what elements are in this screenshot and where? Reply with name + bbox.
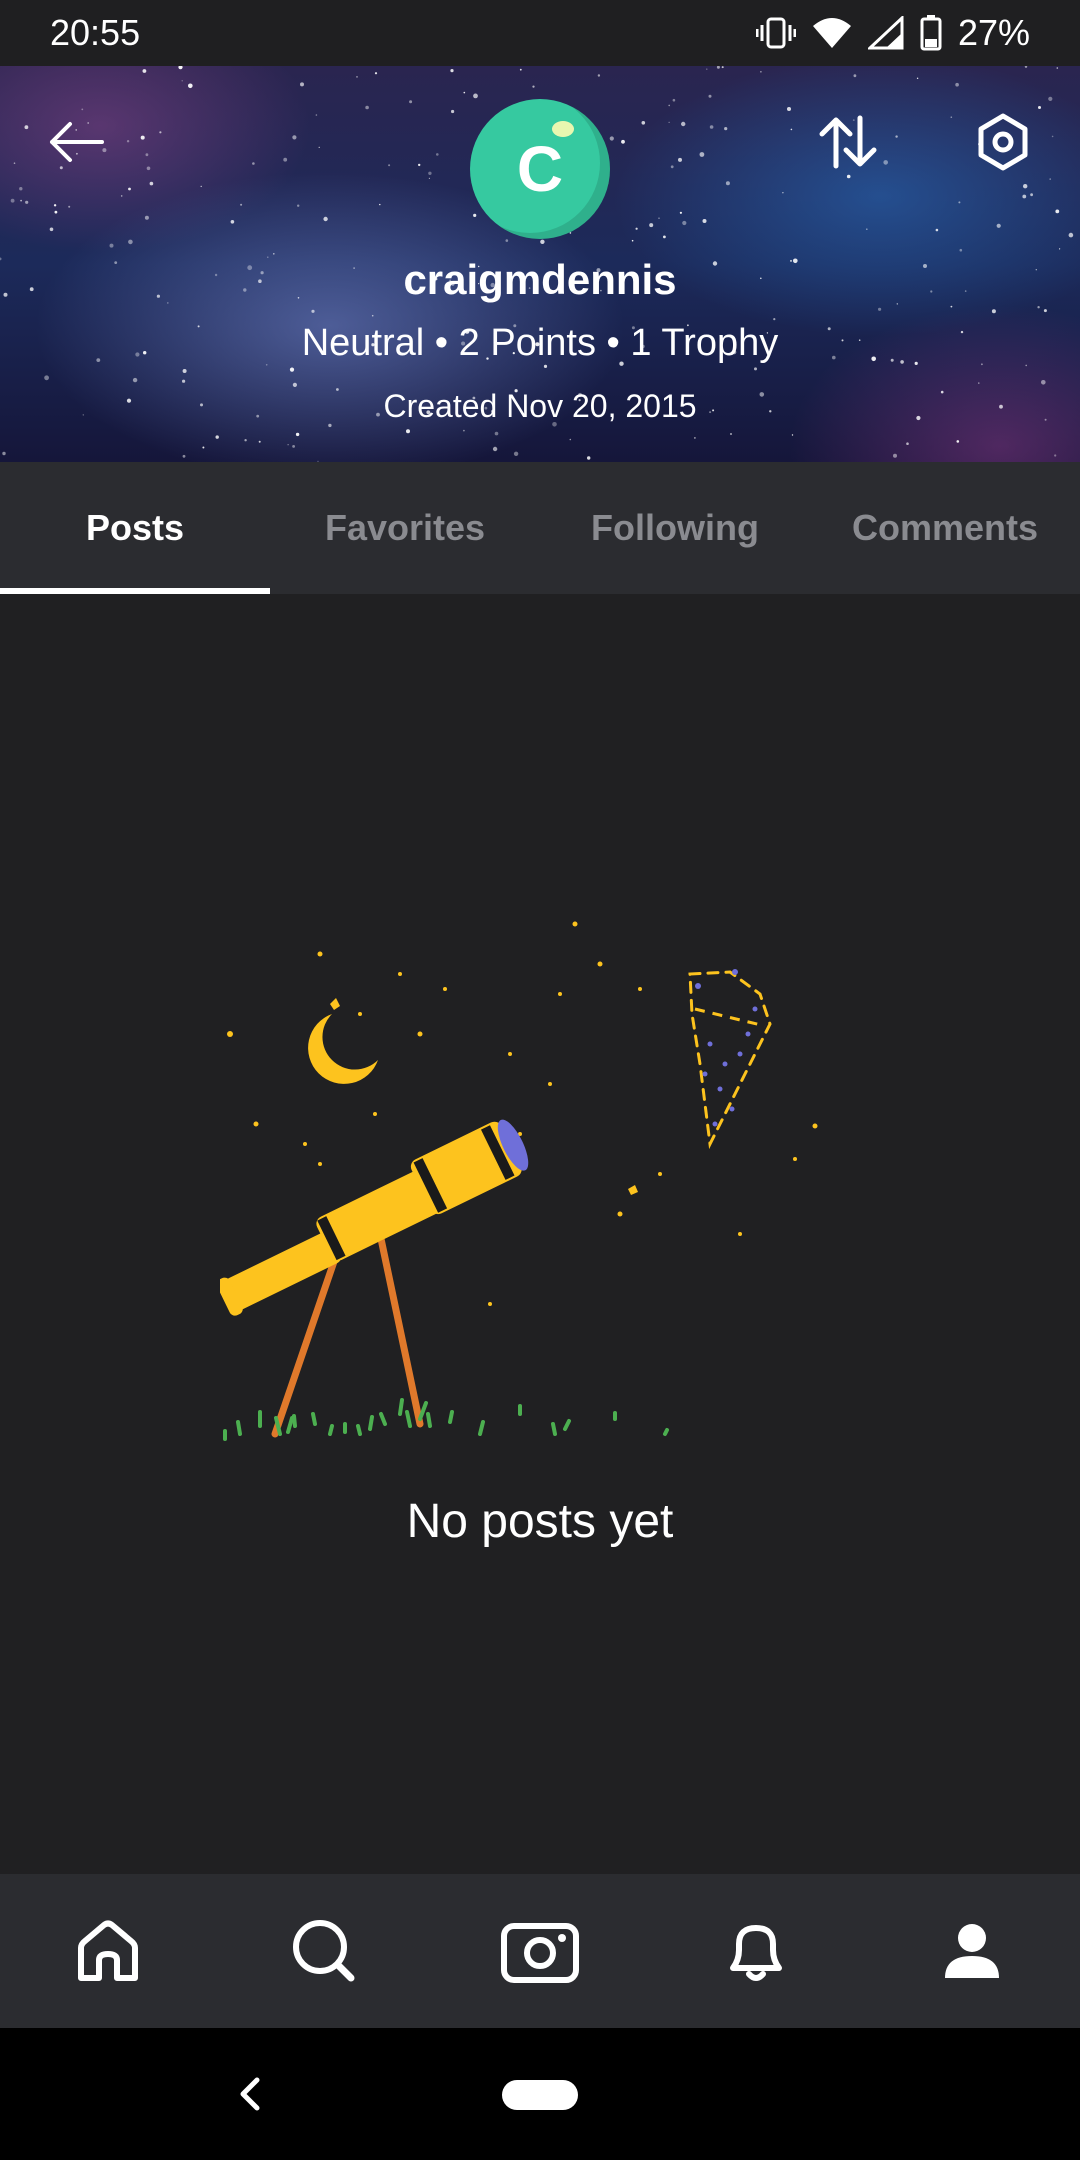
tab-posts[interactable]: Posts bbox=[0, 462, 270, 594]
status-time: 20:55 bbox=[50, 12, 141, 53]
avatar: C bbox=[470, 99, 610, 239]
signal-icon bbox=[867, 16, 904, 50]
settings-button[interactable] bbox=[963, 102, 1043, 182]
nav-notifications-button[interactable] bbox=[706, 1901, 806, 2001]
battery-icon bbox=[920, 15, 942, 51]
bottom-navigation bbox=[0, 1874, 1080, 2028]
status-icons: 27% bbox=[755, 12, 1030, 54]
tab-comments[interactable]: Comments bbox=[810, 462, 1080, 594]
home-icon bbox=[78, 1920, 138, 1981]
system-home-button[interactable] bbox=[502, 2080, 578, 2110]
username: craigmdennis bbox=[403, 256, 677, 303]
sort-button[interactable] bbox=[808, 102, 888, 182]
back-button[interactable] bbox=[36, 102, 116, 182]
posts-content: No posts yet bbox=[0, 594, 1080, 1874]
nav-home-button[interactable] bbox=[58, 1901, 158, 2001]
nav-camera-button[interactable] bbox=[490, 1901, 590, 2001]
nav-search-button[interactable] bbox=[274, 1901, 374, 2001]
vibrate-icon bbox=[755, 17, 796, 49]
nav-profile-button[interactable] bbox=[922, 1901, 1022, 2001]
status-bar: 20:55 27% bbox=[0, 0, 1080, 66]
profile-stats: Neutral • 2 Points • 1 Trophy bbox=[301, 322, 779, 364]
search-icon bbox=[293, 1920, 355, 1982]
created-date: Created Nov 20, 2015 bbox=[383, 388, 697, 424]
avatar-letter: C bbox=[516, 133, 564, 205]
sort-arrows-icon bbox=[819, 115, 877, 169]
system-navigation-bar bbox=[0, 2028, 1080, 2160]
wifi-icon bbox=[812, 18, 851, 48]
telescope-illustration bbox=[220, 921, 818, 1441]
profile-tabs: Posts Favorites Following Comments bbox=[0, 462, 1080, 594]
tab-following[interactable]: Following bbox=[540, 462, 810, 594]
profile-header: C craigmdennis Neutral • 2 Points • 1 Tr… bbox=[0, 66, 1080, 462]
bell-icon bbox=[730, 1925, 782, 1981]
settings-hexagon-icon bbox=[978, 113, 1028, 171]
arrow-left-icon bbox=[50, 122, 104, 162]
battery-percent: 27% bbox=[957, 12, 1030, 53]
tab-favorites[interactable]: Favorites bbox=[270, 462, 540, 594]
camera-icon bbox=[501, 1923, 579, 1983]
system-back-button[interactable] bbox=[220, 2064, 280, 2124]
profile-icon bbox=[945, 1924, 999, 1978]
chevron-left-icon bbox=[240, 2077, 260, 2111]
empty-state-message: No posts yet bbox=[406, 1495, 674, 1548]
